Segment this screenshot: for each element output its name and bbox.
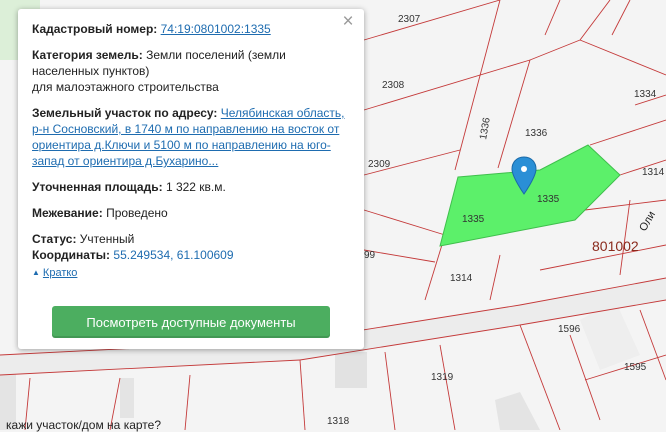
land-category-label: Категория земель: [32, 48, 143, 62]
plot-label: 1335 [462, 214, 485, 225]
area-value: 1 322 кв.м. [165, 180, 226, 194]
plot-label: 1595 [624, 362, 647, 373]
plot-label: 1596 [558, 324, 581, 335]
plot-label: 99 [364, 250, 376, 261]
land-category-value: населенных пунктов) [32, 64, 150, 78]
survey-value: Проведено [106, 206, 168, 220]
collapse-link-label: Кратко [42, 267, 78, 279]
address-link[interactable]: р-н Сосновский, в 1740 м по направлению … [32, 122, 339, 136]
close-x-icon[interactable]: × [340, 12, 356, 31]
status-label: Статус: [32, 232, 77, 246]
address-link[interactable]: ориентира д.Ключи и 5100 м по направлени… [32, 138, 331, 152]
view-documents-button[interactable]: Посмотреть доступные документы [52, 306, 330, 338]
plot-label: 1335 [537, 194, 560, 205]
plot-label: 1336 [525, 128, 548, 139]
quarter-label: 801002 [592, 238, 639, 254]
plot-label: 1334 [634, 89, 657, 100]
plot-label: 2308 [382, 80, 405, 91]
address-label: Земельный участок по адресу: [32, 106, 218, 120]
survey-label: Межевание: [32, 206, 103, 220]
coordinates-value: 55.249534, 61.100609 [113, 248, 234, 262]
plot-label: 1314 [642, 167, 665, 178]
plot-label: 2309 [368, 159, 391, 170]
cadastral-number-link[interactable]: 74:19:0801002:1335 [161, 22, 271, 36]
building [335, 352, 367, 388]
plot-label: 1319 [431, 372, 454, 383]
land-category-value: для малоэтажного строительства [32, 80, 219, 94]
status-value: Учтенный [79, 232, 135, 246]
triangle-up-icon: ▲ [32, 268, 40, 277]
plot-label: 2307 [398, 14, 421, 25]
address-link[interactable]: Челябинская область, [221, 106, 345, 120]
plot-label: 1314 [450, 273, 473, 284]
address-link[interactable]: запад от ориентира д.Бухарино... [32, 154, 218, 168]
collapse-link[interactable]: ▲ Кратко [32, 265, 77, 281]
land-category-value: Земли поселений (земли [146, 48, 286, 62]
parcel-info-popup: × Кадастровый номер: 74:19:0801002:1335 … [18, 9, 364, 349]
area-label: Уточненная площадь: [32, 180, 163, 194]
plot-label: 1318 [327, 416, 350, 427]
coordinates-label: Координаты: [32, 248, 111, 262]
building [120, 378, 134, 418]
cadastral-number-label: Кадастровый номер: [32, 22, 158, 36]
